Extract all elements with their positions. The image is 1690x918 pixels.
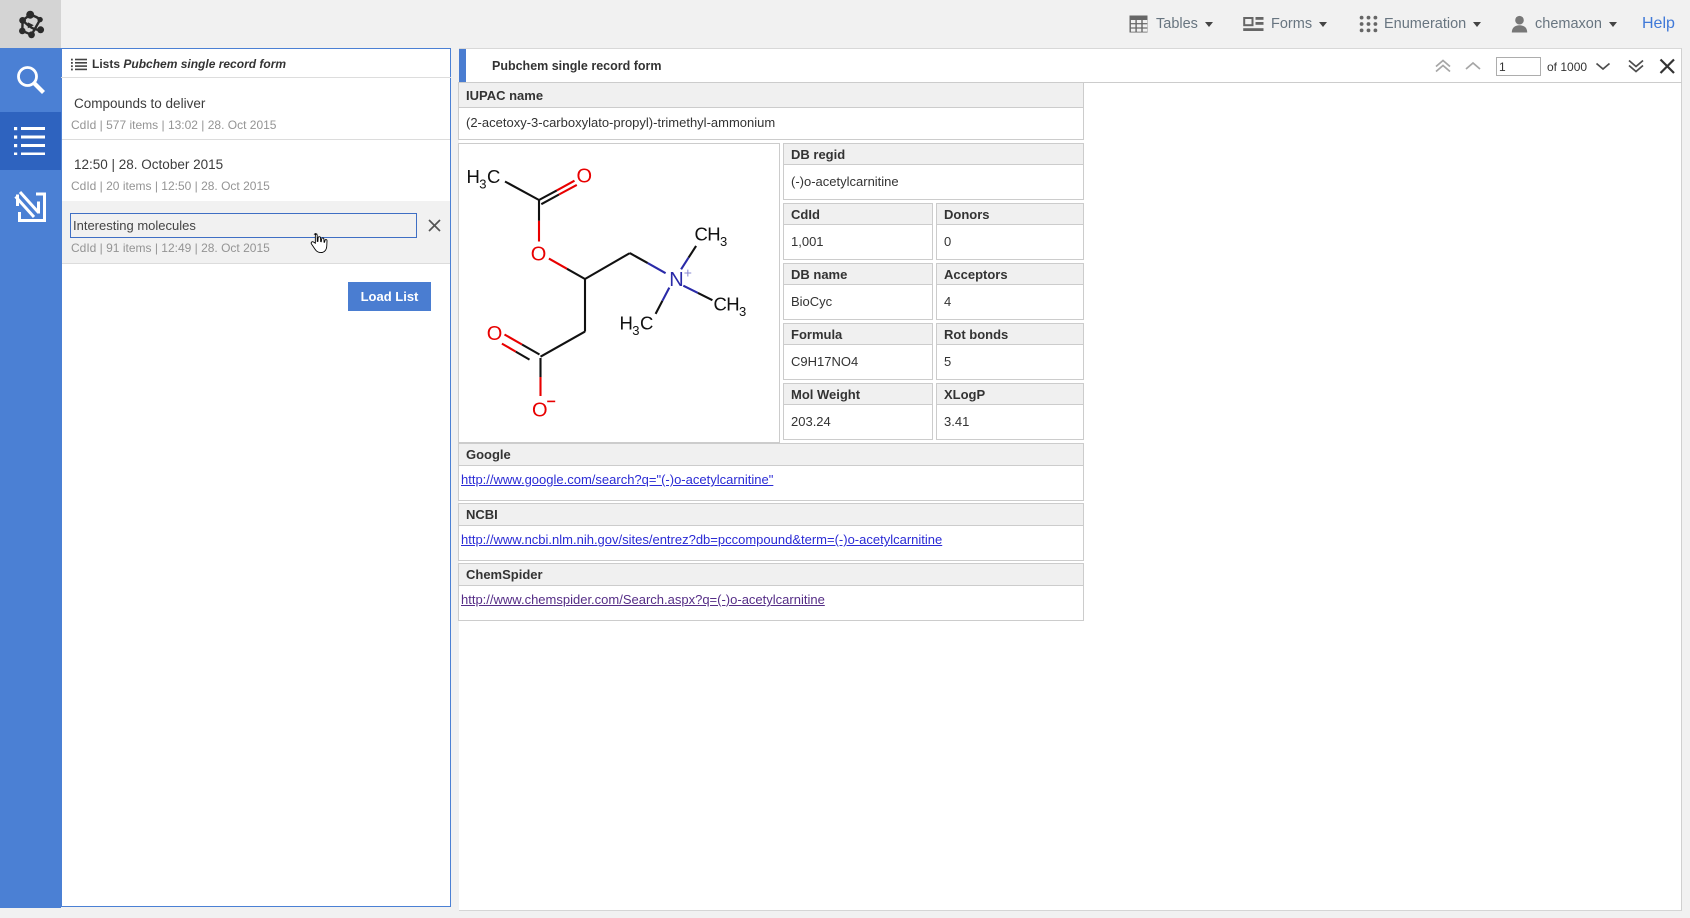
svg-text:O: O <box>487 323 503 345</box>
svg-text:3: 3 <box>739 304 746 319</box>
svg-text:N: N <box>669 269 683 291</box>
svg-text:3: 3 <box>632 323 639 338</box>
svg-text:O: O <box>531 243 547 265</box>
svg-text:C: C <box>714 294 727 315</box>
svg-text:3: 3 <box>479 177 486 192</box>
svg-text:H: H <box>467 166 480 187</box>
svg-text:C: C <box>695 224 708 245</box>
svg-text:H: H <box>620 313 633 334</box>
svg-text:O: O <box>577 166 593 188</box>
svg-text:+: + <box>684 265 692 281</box>
svg-text:C: C <box>640 313 653 334</box>
svg-text:O: O <box>532 399 548 421</box>
svg-text:3: 3 <box>720 234 727 249</box>
svg-text:C: C <box>487 166 500 187</box>
svg-text:H: H <box>726 294 739 315</box>
svg-text:H: H <box>707 224 720 245</box>
